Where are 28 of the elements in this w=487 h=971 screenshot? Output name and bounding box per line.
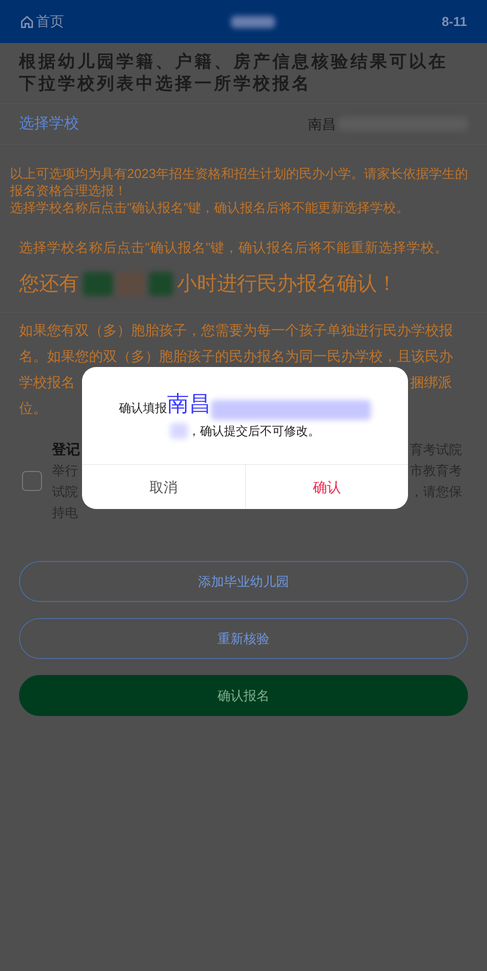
notice-text: 选择学校名称后点击"确认报名"键，确认报名后将不能更新选择学校。	[10, 199, 410, 216]
countdown-text: 您还有	[19, 272, 79, 298]
redaction-blur	[230, 16, 275, 28]
time-label: 8-11	[442, 12, 467, 31]
agreement-text: 登记	[52, 440, 80, 460]
redaction-blur	[149, 272, 173, 296]
redaction-blur	[170, 423, 188, 439]
twins-notice-text: 捆绑派	[410, 373, 452, 392]
notice-text: 以上可选项均为具有2023年招生资格和招生计划的民办小学。请家长依据学生的报名资格合理选报！	[10, 165, 469, 199]
action-button[interactable]: 重新核验	[19, 618, 468, 660]
twins-notice-text: 如果您有双（多）胞胎孩子，您需要为每一个孩子单独进行民办学校报	[19, 321, 453, 340]
action-button[interactable]: 确认报名	[19, 675, 468, 716]
reminder-text: 选择学校名称后点击"确认报名"键，确认报名后将不能重新选择学校。	[18, 239, 450, 257]
twins-notice-text: 位。	[19, 399, 47, 418]
select-label: 选择学校	[19, 114, 79, 134]
dialog-text: ，确认提交后不可修改。	[188, 423, 320, 440]
action-button[interactable]: 添加毕业幼儿园	[19, 561, 468, 602]
agreement-checkbox[interactable]	[22, 471, 42, 492]
home-icon	[20, 14, 34, 28]
redaction-blur	[83, 272, 113, 296]
twins-notice-text: 学校报名	[19, 373, 75, 392]
confirm-button[interactable]: 确认	[244, 465, 408, 509]
dialog-text: 确认填报	[119, 400, 167, 417]
dialog-school: 南昌	[167, 390, 211, 418]
countdown-text: 小时进行民办报名确认！	[177, 272, 397, 298]
home-button[interactable]: 首页	[20, 11, 64, 32]
twins-notice-text: 名。如果您的双（多）胞胎孩子的民办报名为同一民办学校，且该民办	[19, 347, 453, 366]
cancel-button[interactable]: 取消	[82, 465, 244, 509]
